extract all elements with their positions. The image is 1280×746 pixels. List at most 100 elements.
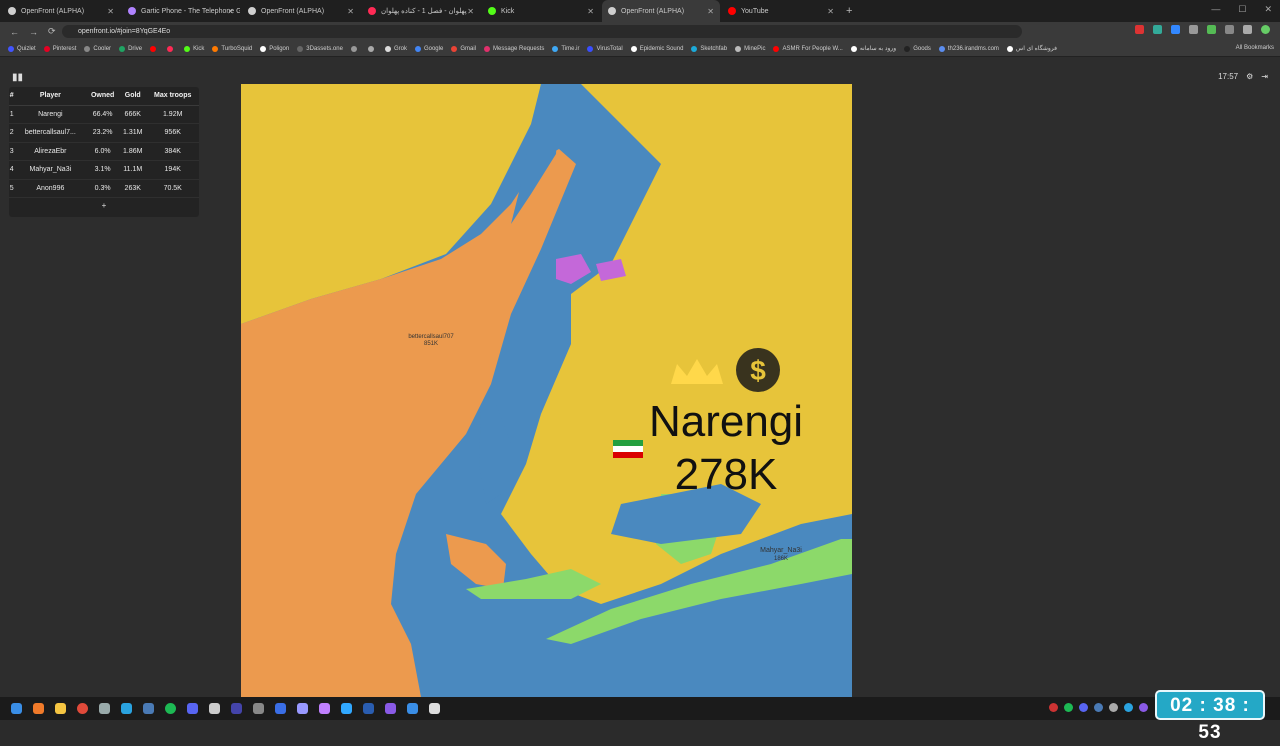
settings-gear-icon[interactable]: ⚙ [1246, 72, 1253, 81]
extension-icon[interactable] [1207, 25, 1216, 34]
tray-icon[interactable] [1094, 703, 1103, 712]
tab-close-icon[interactable]: ✕ [467, 7, 474, 16]
leaderboard-row[interactable]: 4 Mahyar_Na3i 3.1% 11.1M 194K [9, 160, 199, 180]
file-explorer-icon[interactable] [55, 703, 66, 714]
url-field[interactable]: openfront.io/#join=8YqGE4Eo [62, 25, 1022, 38]
browser-tab[interactable]: OpenFront (ALPHA) ✕ [2, 2, 120, 20]
browser-tab[interactable]: OpenFront (ALPHA) ✕ [242, 2, 360, 20]
game-map[interactable]: $ Narengi 278K bettercallsaul707 851K Ma… [241, 84, 852, 697]
leaderboard-toggle-icon[interactable]: ▮▮ [12, 72, 23, 83]
bookmark-item[interactable]: Goods [904, 45, 931, 52]
extension-icon[interactable] [1189, 25, 1198, 34]
after-effects-icon[interactable] [297, 703, 308, 714]
tab-label: Kick [501, 7, 515, 15]
tab-close-icon[interactable]: ✕ [587, 7, 594, 16]
bookmark-item[interactable] [167, 45, 176, 52]
leaderboard-row[interactable]: 5 Anon996 0.3% 263K 70.5K [9, 179, 199, 198]
browser-tab[interactable]: Gartic Phone - The Telephone G ✕ [122, 2, 240, 20]
bookmark-item[interactable] [350, 45, 360, 52]
all-bookmarks-button[interactable]: All Bookmarks [1236, 45, 1274, 51]
bookmark-item[interactable]: Time.ir [552, 45, 579, 52]
leaderboard-cell: Anon996 [14, 179, 87, 198]
steam-icon[interactable] [143, 703, 154, 714]
bookmark-item[interactable]: Grok [384, 45, 407, 52]
browser-tab[interactable]: Kick ✕ [482, 2, 600, 20]
app-icon[interactable] [99, 703, 110, 714]
discord-icon[interactable] [187, 703, 198, 714]
extension-icon[interactable] [1135, 25, 1144, 34]
chrome-icon[interactable] [77, 703, 88, 714]
back-icon[interactable]: ← [10, 27, 19, 37]
leaderboard-row[interactable]: 3 AlirezaEbr 6.0% 1.86M 384K [9, 142, 199, 161]
bookmark-item[interactable] [367, 45, 377, 52]
profile-avatar[interactable] [1261, 25, 1270, 34]
bookmark-item[interactable]: Google [414, 45, 443, 52]
tray-icon[interactable] [1064, 703, 1073, 712]
bookmark-item[interactable]: TurboSquid [212, 45, 252, 52]
app-icon[interactable] [407, 703, 418, 714]
bookmark-item[interactable]: Sketchfab [691, 45, 727, 52]
exit-icon[interactable]: ⇥ [1261, 72, 1268, 81]
app-icon[interactable] [253, 703, 264, 714]
extension-icon[interactable] [1243, 25, 1252, 34]
bookmark-item[interactable]: VirusTotal [587, 45, 623, 52]
leaderboard-cell: AlirezaEbr [14, 142, 87, 161]
bookmark-item[interactable]: Gmail [451, 45, 476, 52]
bookmark-item[interactable]: th236.irandms.com [938, 45, 999, 52]
app-icon[interactable] [209, 703, 220, 714]
windows-start-icon[interactable] [11, 703, 22, 714]
tab-close-icon[interactable]: ✕ [347, 7, 354, 16]
bookmark-favicon-icon [167, 45, 174, 52]
close-window-icon[interactable]: ✕ [1264, 4, 1272, 15]
extension-icon[interactable] [1225, 25, 1234, 34]
app-icon[interactable] [385, 703, 396, 714]
tray-icon[interactable] [1139, 703, 1148, 712]
bookmark-item[interactable] [150, 45, 159, 52]
bookmark-item[interactable]: MinePic [735, 45, 765, 52]
spotify-icon[interactable] [165, 703, 176, 714]
bookmark-item[interactable]: Epidemic Sound [630, 45, 683, 52]
tab-close-icon[interactable]: ✕ [227, 7, 234, 16]
app-icon[interactable] [363, 703, 374, 714]
new-tab-button[interactable]: + [846, 5, 852, 17]
bookmark-item[interactable]: Kick [184, 45, 204, 52]
app-icon[interactable] [231, 703, 242, 714]
app-icon[interactable] [275, 703, 286, 714]
photoshop-icon[interactable] [341, 703, 352, 714]
bookmark-item[interactable]: Poligon [260, 45, 289, 52]
leaderboard-row[interactable]: 2 bettercallsaul7... 23.2% 1.31M 956K [9, 123, 199, 143]
premiere-icon[interactable] [319, 703, 330, 714]
bookmark-item[interactable]: Pinterest [43, 45, 76, 52]
maximize-icon[interactable]: ☐ [1238, 4, 1246, 15]
tab-close-icon[interactable]: ✕ [107, 7, 114, 16]
bookmark-item[interactable]: Quizlet [8, 45, 36, 52]
leaderboard-row[interactable]: 1 Narengi 66.4% 666K 1.92M [9, 105, 199, 124]
tray-icon[interactable] [1124, 703, 1133, 712]
app-icon[interactable] [429, 703, 440, 714]
bookmark-item[interactable]: Drive [119, 45, 142, 52]
leaderboard-expand-button[interactable]: + [9, 201, 199, 210]
browser-tab[interactable]: پهلوان - فصل 1 - کناده پهلوان ✕ [362, 2, 480, 20]
bookmark-item[interactable]: Cooler [84, 45, 111, 52]
extension-icon[interactable] [1171, 25, 1180, 34]
minimize-icon[interactable]: — [1211, 4, 1220, 15]
browser-tab[interactable]: YouTube ✕ [722, 2, 840, 20]
forward-icon[interactable]: → [29, 27, 38, 37]
extension-icon[interactable] [1153, 25, 1162, 34]
leaderboard-header-cell[interactable]: Owned [86, 87, 120, 106]
tray-icon[interactable] [1109, 703, 1118, 712]
bookmark-item[interactable]: ASMR For People W... [773, 45, 843, 52]
tray-icon[interactable] [1079, 703, 1088, 712]
tab-close-icon[interactable]: ✕ [827, 7, 834, 16]
map-canvas[interactable]: $ Narengi 278K bettercallsaul707 851K Ma… [241, 84, 852, 697]
tray-icon[interactable] [1049, 703, 1058, 712]
search-icon[interactable] [33, 703, 44, 714]
bookmark-item[interactable]: ورود به سامانه [850, 45, 896, 52]
tab-close-icon[interactable]: ✕ [707, 7, 714, 16]
telegram-icon[interactable] [121, 703, 132, 714]
bookmark-item[interactable]: فروشگاه ای اس [1006, 45, 1057, 52]
bookmark-item[interactable]: Message Requests [483, 45, 544, 52]
browser-tab[interactable]: OpenFront (ALPHA) ✕ [602, 0, 720, 22]
bookmark-item[interactable]: 3Dassets.one [297, 45, 343, 52]
reload-icon[interactable]: ⟳ [48, 26, 56, 37]
